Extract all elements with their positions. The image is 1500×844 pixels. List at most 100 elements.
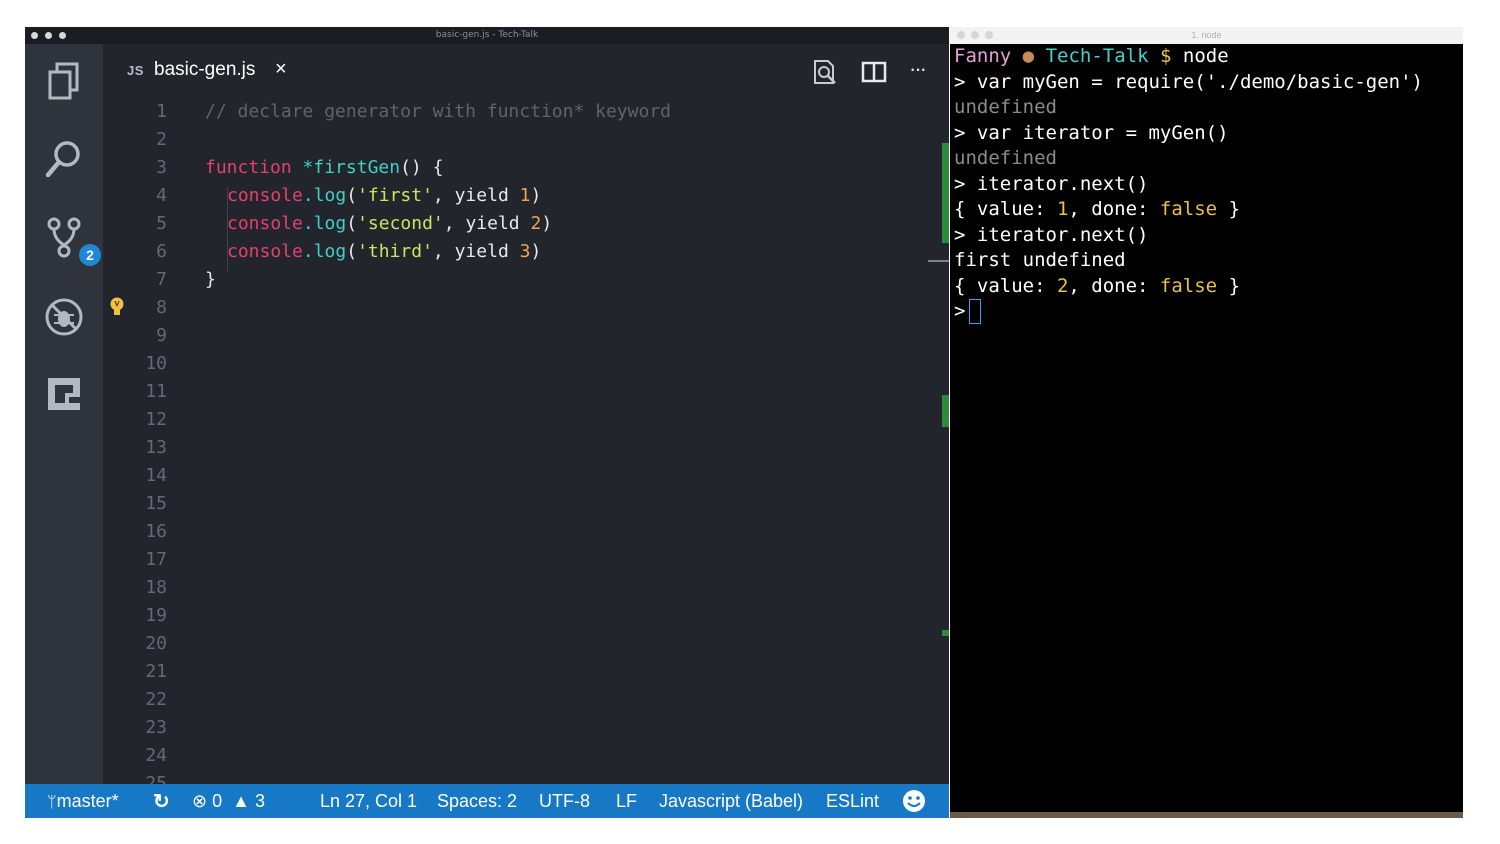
editor-titlebar: basic-gen.js - Tech-Talk: [25, 27, 949, 44]
prompt-command: node: [1182, 45, 1229, 67]
paren-token: ): [530, 185, 542, 206]
branch-name: master*: [56, 791, 119, 811]
output-text: , done:: [1068, 274, 1160, 297]
more-actions-icon[interactable]: ···: [909, 56, 927, 82]
line-number: 20: [145, 633, 167, 654]
line-number: 1: [156, 101, 167, 122]
scm-changes-badge: 2: [79, 244, 101, 266]
warning-icon: ▲: [232, 791, 250, 811]
tab-close-icon[interactable]: ×: [275, 58, 287, 81]
terminal-line: > iterator.next(): [954, 223, 1149, 246]
line-number: 19: [145, 605, 167, 626]
scroll-marker: [942, 143, 949, 243]
paren-token: (: [346, 213, 358, 234]
eslint-status[interactable]: ESLint: [826, 791, 879, 812]
line-number: 4: [156, 185, 167, 206]
tab-filename: basic-gen.js: [154, 59, 256, 80]
editor-tab-bar: JS basic-gen.js × ···: [103, 44, 949, 97]
line-number: 14: [145, 465, 167, 486]
terminal-line: { value: 2, done: false }: [954, 274, 1459, 300]
scroll-marker: [942, 395, 949, 427]
line-number: 18: [145, 577, 167, 598]
console-token: console: [227, 213, 303, 234]
line-number: 10: [145, 353, 167, 374]
cursor-position[interactable]: Ln 27, Col 1: [320, 791, 417, 812]
output-boolean: false: [1159, 274, 1218, 297]
output-boolean: false: [1159, 198, 1218, 220]
terminal-window-title: 1. node: [1191, 30, 1222, 40]
search-icon[interactable]: [41, 136, 87, 182]
editor-window-title: basic-gen.js - Tech-Talk: [435, 30, 539, 40]
split-editor-icon[interactable]: [860, 58, 888, 86]
string-token: 'third': [357, 241, 433, 262]
code-editor-window: basic-gen.js - Tech-Talk 2 JS basic-gen.…: [25, 27, 949, 818]
prompt-dollar: $: [1159, 45, 1172, 67]
sync-icon[interactable]: ↻: [153, 789, 170, 814]
code-line-close-brace: }: [205, 269, 216, 290]
console-token: console: [227, 185, 303, 206]
line-number: 7: [156, 269, 167, 290]
line-number: 6: [156, 241, 167, 262]
text-cursor: [969, 299, 982, 324]
explorer-icon[interactable]: [41, 58, 87, 104]
tab-basic-gen-js[interactable]: JS basic-gen.js ×: [103, 44, 303, 97]
output-text: , done:: [1068, 198, 1160, 220]
output-text: { value:: [954, 198, 1057, 220]
indent-guide: [227, 187, 228, 271]
code-area[interactable]: // declare generator with function* keyw…: [205, 97, 945, 784]
scrollbar-position-tick[interactable]: [928, 260, 949, 262]
extensions-icon[interactable]: [41, 371, 87, 417]
string-token: 'second': [357, 213, 444, 234]
problems-status[interactable]: ⊗ 0 ▲ 3: [192, 791, 265, 812]
terminal-input-line[interactable]: >: [954, 299, 1459, 325]
smiley-icon[interactable]: [902, 789, 926, 813]
language-mode[interactable]: Javascript (Babel): [659, 791, 803, 812]
line-number: 12: [145, 409, 167, 430]
function-parens: () {: [400, 157, 444, 178]
eol-status[interactable]: LF: [616, 791, 637, 812]
terminal-output[interactable]: Fanny ● Tech-Talk $ node > var myGen = r…: [954, 44, 1459, 325]
lightbulb-icon[interactable]: [109, 296, 125, 318]
paren-token: ): [541, 213, 553, 234]
string-token: 'first': [357, 185, 433, 206]
open-preview-icon[interactable]: [810, 58, 838, 86]
yield-token: , yield: [432, 241, 520, 262]
output-text: }: [1217, 274, 1241, 297]
error-count: 0: [212, 791, 223, 811]
line-number: 24: [145, 745, 167, 766]
encoding-status[interactable]: UTF-8: [539, 791, 590, 812]
line-number-gutter: 1 2 3 4 5 6 7 8 9 10 11 12 13 14 15 16 1…: [103, 97, 183, 794]
warning-count: 3: [254, 791, 265, 811]
yield-token: , yield: [443, 213, 531, 234]
log-token: .log: [302, 213, 347, 234]
terminal-line: > var myGen = require('./demo/basic-gen'…: [954, 70, 1423, 93]
code-line-comment: // declare generator with function* keyw…: [205, 101, 671, 122]
number-token: 3: [519, 241, 531, 262]
line-number: 3: [156, 157, 167, 178]
line-number: 13: [145, 437, 167, 458]
number-token: 2: [530, 213, 542, 234]
prompt-user: Fanny: [954, 45, 1012, 67]
branch-status[interactable]: ᛘmaster*: [47, 791, 119, 812]
output-text: }: [1217, 198, 1241, 220]
repl-prompt: >: [954, 300, 966, 322]
line-number: 23: [145, 717, 167, 738]
code-line-log-first: console.log('first', yield 1): [227, 182, 541, 210]
number-token: 1: [519, 185, 531, 206]
activity-bar: 2: [25, 44, 103, 784]
code-line-function: function *firstGen() {: [205, 154, 443, 182]
terminal-line: undefined: [954, 96, 1057, 118]
git-branch-icon: ᛘ: [47, 794, 57, 811]
line-number: 15: [145, 493, 167, 514]
source-control-icon[interactable]: 2: [41, 214, 101, 266]
prompt-line: Fanny ● Tech-Talk $ node: [954, 44, 1459, 70]
debug-icon[interactable]: [41, 294, 87, 340]
code-line-log-second: console.log('second', yield 2): [227, 210, 552, 238]
js-file-icon: JS: [127, 63, 144, 78]
indentation-status[interactable]: Spaces: 2: [437, 791, 517, 812]
line-number: 22: [145, 689, 167, 710]
terminal-line: undefined: [954, 147, 1057, 169]
line-number: 9: [156, 325, 167, 346]
terminal-line: first undefined: [954, 249, 1126, 271]
terminal-line: > var iterator = myGen(): [954, 121, 1229, 144]
